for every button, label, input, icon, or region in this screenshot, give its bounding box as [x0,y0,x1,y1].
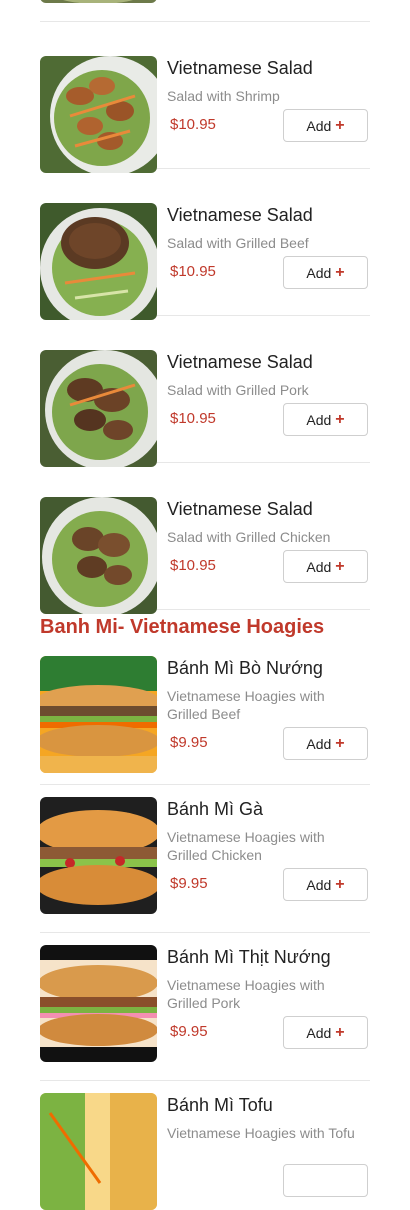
plus-icon: + [335,410,345,428]
item-description: Salad with Grilled Beef [167,235,309,251]
food-photo-banh-mi-beef [40,656,157,773]
add-button-label: Add [306,735,332,752]
item-name: Vietnamese Salad [167,499,313,519]
item-description: Vietnamese Hoagies with Grilled Beef [167,688,325,722]
food-photo-beef-salad [40,203,157,320]
item-price: $10.95 [170,410,216,427]
add-button[interactable]: Add + [283,1016,368,1049]
menu-item-partial[interactable] [40,0,370,22]
item-description: Vietnamese Hoagies with Grilled Chicken [167,829,325,863]
menu-item[interactable]: Bánh Mì Gà Vietnamese Hoagies with Grill… [40,785,370,933]
plus-icon: + [335,263,345,281]
menu-item[interactable]: Vietnamese Salad Salad with Grilled Pork… [40,316,370,467]
add-button[interactable]: Add + [283,256,368,289]
plus-icon: + [335,875,345,893]
add-button-label: Add [306,876,332,893]
add-button-label: Add [306,264,332,281]
item-name: Bánh Mì Tofu [167,1095,273,1115]
add-button[interactable]: Add + [283,550,368,583]
add-button[interactable]: Add + [283,727,368,760]
add-button-label: Add [306,558,332,575]
food-photo-banh-mi-chicken [40,797,157,914]
add-button[interactable]: Add + [283,109,368,142]
item-name: Bánh Mì Bò Nướng [167,658,323,678]
menu-list: Vietnamese Salad Salad with Shrimp $10.9… [0,0,410,1210]
plus-icon: + [335,734,345,752]
item-description: Salad with Grilled Pork [167,382,309,398]
item-name: Bánh Mì Gà [167,799,264,819]
food-photo-chicken-salad [40,497,157,614]
food-photo-pork-salad [40,350,157,467]
food-photo [40,0,157,3]
item-price: $9.95 [170,734,208,751]
item-name: Vietnamese Salad [167,205,313,225]
plus-icon: + [335,1023,345,1041]
item-price: $10.95 [170,116,216,133]
menu-item[interactable]: Bánh Mì Thịt Nướng Vietnamese Hoagies wi… [40,933,370,1081]
item-name: Bánh Mì Thịt Nướng [167,947,331,967]
item-name: Vietnamese Salad [167,58,313,78]
item-price: $9.95 [170,875,208,892]
item-name: Vietnamese Salad [167,352,313,372]
item-description: Salad with Shrimp [167,88,280,104]
item-price: $10.95 [170,263,216,280]
add-button-label: Add [306,411,332,428]
add-button-label: Add [306,1024,332,1041]
plus-icon: + [335,116,345,134]
add-button-label: Add [306,117,332,134]
add-button[interactable]: Add + [283,403,368,436]
item-description: Vietnamese Hoagies with Tofu [167,1125,355,1141]
item-description: Salad with Grilled Chicken [167,529,331,545]
add-button[interactable] [283,1164,368,1197]
menu-item[interactable]: Vietnamese Salad Salad with Grilled Beef… [40,169,370,320]
food-photo-shrimp-salad [40,56,157,173]
plus-icon: + [335,557,345,575]
food-photo-banh-mi-pork [40,945,157,1062]
menu-item[interactable]: Bánh Mì Tofu Vietnamese Hoagies with Tof… [40,1081,370,1210]
menu-item[interactable]: Vietnamese Salad Salad with Grilled Chic… [40,463,370,614]
add-button[interactable]: Add + [283,868,368,901]
item-price: $10.95 [170,557,216,574]
item-description: Vietnamese Hoagies with Grilled Pork [167,977,325,1011]
menu-item[interactable]: Bánh Mì Bò Nướng Vietnamese Hoagies with… [40,622,370,785]
menu-item[interactable]: Vietnamese Salad Salad with Shrimp $10.9… [40,22,370,173]
item-price: $9.95 [170,1023,208,1040]
food-photo-banh-mi-tofu [40,1093,157,1210]
